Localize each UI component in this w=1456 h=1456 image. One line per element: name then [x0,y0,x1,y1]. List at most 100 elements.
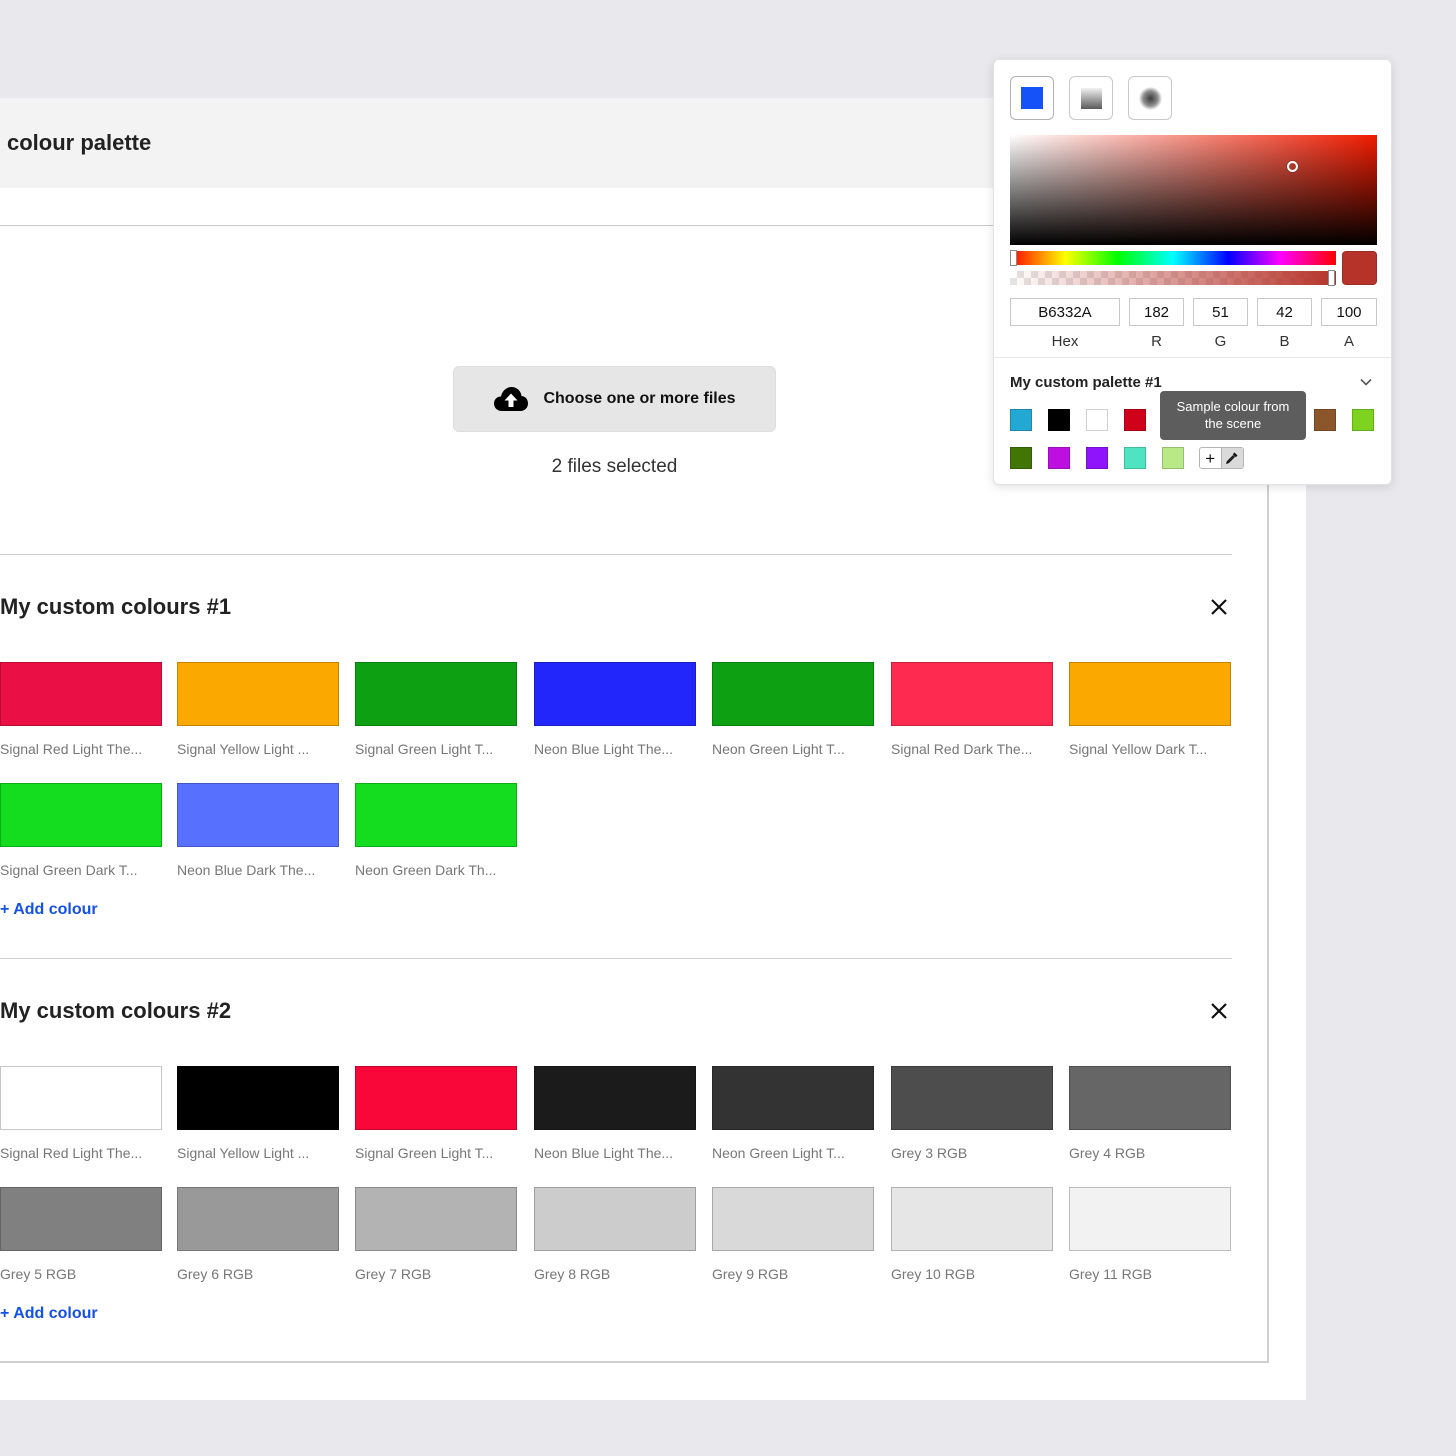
swatch-item[interactable]: Signal Red Dark The... [891,662,1053,772]
palette-swatch[interactable] [1086,409,1108,431]
swatch-label: Signal Red Light The... [0,1145,143,1161]
red-input[interactable] [1129,298,1184,326]
swatch-label: Signal Green Light T... [355,741,494,757]
blue-input[interactable] [1257,298,1312,326]
custom-colours-section-1: My custom colours #1 Signal Red Light Th… [0,594,1240,924]
swatch-item[interactable]: Signal Red Light The... [0,1066,162,1176]
palette-swatch[interactable] [1162,447,1184,469]
swatch-colour [0,1066,162,1130]
hue-slider-handle[interactable] [1010,250,1017,266]
swatch-colour [891,662,1053,726]
palette-swatch[interactable] [1124,447,1146,469]
swatch-colour [177,1066,339,1130]
solid-fill-icon [1021,87,1043,109]
add-colour-link[interactable]: + Add colour [0,901,98,919]
swatch-item[interactable]: Signal Yellow Light ... [177,1066,339,1176]
hue-slider[interactable] [1010,250,1336,266]
swatch-colour [534,1187,696,1251]
hex-label: Hex [1051,333,1079,350]
green-input[interactable] [1193,298,1248,326]
palette-swatch[interactable] [1048,409,1070,431]
swatch-item[interactable]: Neon Blue Light The... [534,662,696,772]
swatch-item[interactable]: Signal Yellow Light ... [177,662,339,772]
swatch-label: Grey 8 RGB [534,1266,611,1282]
eyedropper-button[interactable] [1221,448,1243,468]
eyedropper-tooltip: Sample colour from the scene [1160,391,1306,440]
add-to-palette-button[interactable]: + [1200,448,1221,468]
palette-swatch[interactable] [1124,409,1146,431]
current-colour-preview [1342,251,1377,285]
swatch-colour [1069,1187,1231,1251]
swatch-item[interactable]: Grey 9 RGB [712,1187,874,1297]
swatch-item[interactable]: Grey 3 RGB [891,1066,1053,1176]
palette-swatch[interactable] [1352,409,1374,431]
swatch-item[interactable]: Grey 10 RGB [891,1187,1053,1297]
palette-tools: + [1199,447,1244,469]
swatch-item[interactable]: Grey 5 RGB [0,1187,162,1297]
cloud-upload-icon [494,387,529,411]
saturation-value-area[interactable] [1010,135,1377,245]
page-title: colour palette [7,130,152,155]
swatch-colour [0,662,162,726]
swatch-item[interactable]: Grey 7 RGB [355,1187,517,1297]
swatch-item[interactable]: Neon Green Light T... [712,1066,874,1176]
swatch-colour [534,1066,696,1130]
linear-gradient-mode-button[interactable] [1069,76,1113,120]
swatch-colour [0,1187,162,1251]
swatch-label: Signal Yellow Dark T... [1069,741,1208,757]
radial-gradient-mode-button[interactable] [1128,76,1172,120]
red-label: R [1151,333,1162,350]
card-border-bottom [0,1361,1269,1363]
add-colour-link[interactable]: + Add colour [0,1305,98,1323]
palette-swatch[interactable] [1048,447,1070,469]
chevron-down-icon [1360,378,1372,386]
hex-input[interactable] [1010,298,1120,326]
choose-files-button[interactable]: Choose one or more files [453,366,776,432]
solid-fill-mode-button[interactable] [1010,76,1054,120]
swatch-item[interactable]: Signal Green Light T... [355,1066,517,1176]
swatch-item[interactable]: Neon Blue Light The... [534,1066,696,1176]
swatch-label: Grey 3 RGB [891,1145,968,1161]
swatch-grid: Signal Red Light The... Signal Yellow Lig… [0,998,1240,1298]
swatch-label: Signal Green Light T... [355,1145,494,1161]
swatch-item[interactable]: Grey 6 RGB [177,1187,339,1297]
swatch-item[interactable]: Signal Red Light The... [0,662,162,772]
swatch-colour [355,783,517,847]
palette-swatch[interactable] [1010,447,1032,469]
swatch-item[interactable]: Signal Green Light T... [355,662,517,772]
eyedropper-icon [1226,452,1238,465]
swatch-colour [891,1066,1053,1130]
swatch-label: Signal Yellow Light ... [177,1145,310,1161]
swatch-grid: Signal Red Light The... Signal Yellow Lig… [0,594,1240,894]
swatch-colour [712,1187,874,1251]
choose-files-label: Choose one or more files [543,390,736,407]
swatch-item[interactable]: Grey 4 RGB [1069,1066,1231,1176]
alpha-input[interactable] [1321,298,1377,326]
swatch-label: Signal Red Dark The... [891,741,1033,757]
blue-label: B [1279,333,1290,350]
swatch-colour [177,1187,339,1251]
swatch-label: Neon Green Light T... [712,1145,845,1161]
swatch-colour [355,1066,517,1130]
swatch-label: Grey 5 RGB [0,1266,77,1282]
swatch-label: Neon Green Dark Th... [355,862,497,878]
palette-swatch[interactable] [1086,447,1108,469]
section-divider [0,958,1232,959]
alpha-slider-handle[interactable] [1328,270,1335,286]
section-divider [0,554,1232,555]
alpha-slider[interactable] [1010,270,1336,286]
swatch-colour [177,783,339,847]
swatch-item[interactable]: Grey 11 RGB [1069,1187,1231,1297]
swatch-colour [712,1066,874,1130]
saturation-value-handle[interactable] [1287,161,1298,172]
swatch-item[interactable]: Signal Yellow Dark T... [1069,662,1231,772]
palette-swatch[interactable] [1314,409,1336,431]
swatch-item[interactable]: Neon Green Dark Th... [355,783,517,893]
swatch-colour [1069,1066,1231,1130]
swatch-item[interactable]: Neon Blue Dark The... [177,783,339,893]
swatch-item[interactable]: Neon Green Light T... [712,662,874,772]
swatch-item[interactable]: Signal Green Dark T... [0,783,162,893]
palette-swatch[interactable] [1010,409,1032,431]
swatch-item[interactable]: Grey 8 RGB [534,1187,696,1297]
swatch-label: Signal Green Dark T... [0,862,138,878]
